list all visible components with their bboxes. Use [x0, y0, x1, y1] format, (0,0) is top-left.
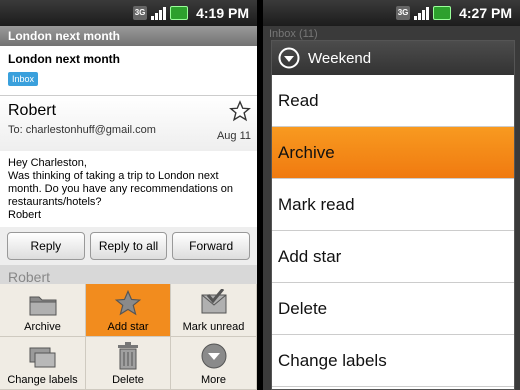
status-time: 4:19 PM	[196, 5, 249, 21]
action-add-star[interactable]: Add star	[86, 284, 171, 337]
reply-bar: Reply Reply to all Forward	[0, 227, 257, 265]
action-change-labels[interactable]: Change labels	[0, 337, 86, 390]
star-icon[interactable]	[229, 100, 251, 122]
sender-name: Robert	[8, 102, 57, 119]
body-line: month. Do you have any recommendations o…	[8, 183, 234, 195]
dialog-title: Weekend	[308, 49, 372, 67]
battery-icon	[170, 6, 189, 20]
quick-actions-menu: Archive Add star Mark unread Change labe…	[0, 284, 257, 390]
status-bar: 3G 4:19 PM	[0, 0, 257, 26]
right-phone-screen: 3G 4:27 PM Inbox (11) Weekend Read Archi…	[263, 0, 520, 390]
body-line: Was thinking of taking a trip to London …	[8, 170, 219, 182]
menu-item-change-labels[interactable]: Change labels	[272, 335, 514, 387]
recipient: To: charlestonhuff@gmail.com	[8, 124, 156, 136]
action-label: Delete	[112, 374, 144, 386]
signal-icon	[151, 6, 167, 20]
action-label: More	[200, 374, 227, 386]
next-message-sender: Robert	[0, 265, 257, 285]
message-body: Hey Charleston, Was thinking of taking a…	[0, 151, 257, 227]
body-line: Robert	[8, 209, 42, 221]
menu-item-mark-read[interactable]: Mark read	[272, 179, 514, 231]
chevron-down-circle-icon	[278, 47, 300, 69]
3g-icon: 3G	[396, 6, 411, 20]
menu-item-add-star[interactable]: Add star	[272, 231, 514, 283]
menu-item-delete[interactable]: Delete	[272, 283, 514, 335]
action-mark-unread[interactable]: Mark unread	[171, 284, 257, 337]
label-chip-inbox[interactable]: Inbox	[8, 72, 39, 86]
envelope-check-icon	[201, 289, 226, 314]
signal-icon	[414, 6, 430, 20]
action-label: Archive	[24, 321, 61, 333]
action-label: Mark unread	[182, 321, 245, 333]
message-header[interactable]: Robert To: charlestonhuff@gmail.com Aug …	[0, 96, 257, 151]
menu-item-archive[interactable]: Archive	[272, 127, 514, 179]
reply-button[interactable]: Reply	[7, 232, 85, 260]
conversation-title: London next month	[0, 26, 257, 46]
folders-icon	[29, 347, 55, 368]
body-line: Hey Charleston,	[8, 157, 87, 169]
status-time: 4:27 PM	[459, 5, 512, 21]
action-delete[interactable]: Delete	[86, 337, 171, 390]
forward-button[interactable]: Forward	[172, 232, 251, 260]
star-icon	[114, 289, 142, 316]
action-label: Add star	[107, 321, 149, 333]
dialog-header: Weekend	[272, 41, 514, 75]
action-archive[interactable]: Archive	[0, 284, 86, 337]
body-line: restaurants/hotels?	[8, 196, 102, 208]
folder-icon	[29, 296, 56, 316]
subject: London next month	[8, 52, 120, 66]
action-more[interactable]: More	[171, 337, 257, 390]
battery-icon	[433, 6, 452, 20]
3g-icon: 3G	[133, 6, 148, 20]
menu-item-read[interactable]: Read	[272, 75, 514, 127]
reply-all-button[interactable]: Reply to all	[89, 232, 168, 260]
message-date: Aug 11	[216, 130, 251, 142]
action-label: Change labels	[7, 374, 78, 386]
status-bar: 3G 4:27 PM	[263, 0, 520, 26]
left-phone-screen: 3G 4:19 PM London next month London next…	[0, 0, 257, 390]
trash-icon	[118, 342, 138, 370]
more-icon	[201, 343, 226, 369]
label-options-dialog: Weekend Read Archive Mark read Add star …	[271, 40, 515, 390]
background-inbox-title: Inbox (11)	[269, 28, 318, 40]
